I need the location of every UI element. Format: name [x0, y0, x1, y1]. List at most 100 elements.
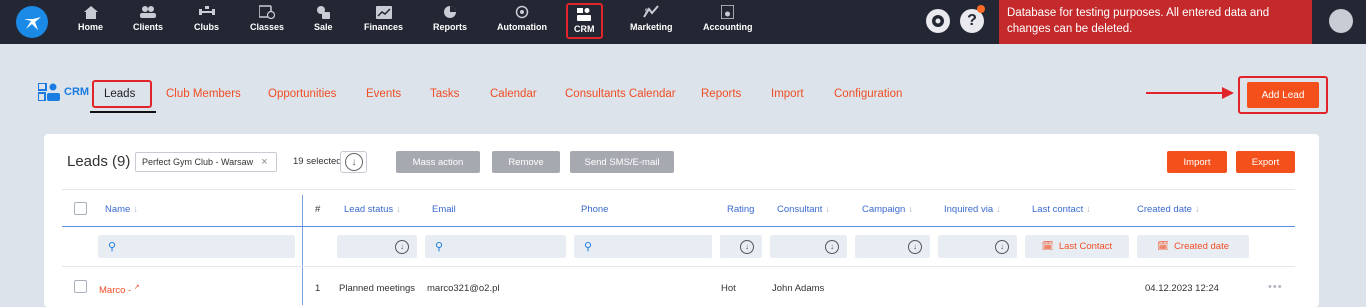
club-filter-chip[interactable]: Perfect Gym Club - Warsaw × — [135, 152, 277, 172]
column-header-consultant[interactable]: Consultant ↓ — [777, 204, 830, 215]
nav-reports[interactable]: Reports — [433, 4, 467, 40]
nav-classes-label: Classes — [250, 22, 285, 32]
column-header-created-date-label: Created date — [1137, 204, 1192, 215]
calendar-icon: 🗓 — [1157, 241, 1170, 252]
nav-marketing[interactable]: $ Marketing — [630, 4, 673, 40]
column-separator — [302, 195, 303, 305]
row-checkbox[interactable] — [74, 280, 87, 293]
column-header-consultant-label: Consultant — [777, 204, 823, 215]
tab-reports[interactable]: Reports — [701, 88, 741, 100]
nav-crm[interactable]: CRM — [566, 3, 603, 39]
app-logo[interactable] — [16, 6, 48, 38]
marketing-icon: $ — [643, 5, 660, 18]
name-search-input[interactable]: ⚲ — [98, 235, 295, 258]
column-header-last-contact-label: Last contact — [1032, 204, 1084, 215]
tab-consultants-calendar[interactable]: Consultants Calendar — [565, 88, 676, 100]
column-header-rating[interactable]: Rating — [727, 204, 754, 215]
tab-calendar[interactable]: Calendar — [490, 88, 537, 100]
external-link-icon[interactable]: ↗ — [134, 284, 140, 291]
tab-opportunities[interactable]: Opportunities — [268, 88, 336, 100]
automation-icon — [515, 5, 529, 19]
column-header-email[interactable]: Email — [432, 204, 456, 215]
gear-icon — [932, 15, 944, 27]
consultant-filter[interactable]: ↓ — [770, 235, 847, 258]
settings-button[interactable] — [926, 9, 950, 33]
nav-classes[interactable]: Classes — [250, 4, 284, 40]
column-header-campaign-label: Campaign — [862, 204, 906, 215]
row-email: marco321@o2.pl — [427, 283, 500, 294]
nav-marketing-label: Marketing — [630, 22, 673, 32]
sale-icon — [317, 6, 331, 19]
nav-clubs-label: Clubs — [194, 22, 220, 32]
column-header-name[interactable]: Name ↓ — [105, 204, 138, 215]
sort-icon: ↓ — [996, 204, 1001, 215]
phone-search-input[interactable]: ⚲ — [574, 235, 712, 258]
tab-tasks[interactable]: Tasks — [430, 88, 459, 100]
nav-crm-label: CRM — [574, 24, 595, 34]
column-header-phone[interactable]: Phone — [581, 204, 608, 215]
column-header-number: # — [315, 204, 321, 215]
star-logo-icon — [24, 17, 41, 30]
nav-automation-label: Automation — [497, 22, 547, 32]
nav-accounting-label: Accounting — [703, 22, 753, 32]
more-options-icon[interactable]: ••• — [1268, 281, 1283, 293]
chevron-down-icon: ↓ — [908, 239, 922, 254]
inquired-via-filter[interactable]: ↓ — [938, 235, 1017, 258]
search-icon: ⚲ — [584, 241, 593, 253]
campaign-filter[interactable]: ↓ — [855, 235, 930, 258]
column-header-lead-status[interactable]: Lead status ↓ — [344, 204, 401, 215]
nav-accounting[interactable]: Accounting — [703, 4, 753, 40]
send-sms-email-button[interactable]: Send SMS/E-mail — [570, 151, 674, 173]
column-header-created-date[interactable]: Created date ↓ — [1137, 204, 1200, 215]
active-tab-underline — [90, 111, 156, 113]
accounting-icon — [721, 5, 735, 19]
tab-configuration[interactable]: Configuration — [834, 88, 902, 100]
nav-home[interactable]: Home — [78, 4, 103, 40]
tab-leads[interactable]: Leads — [104, 88, 135, 100]
tab-club-members[interactable]: Club Members — [166, 88, 241, 100]
close-icon[interactable]: × — [261, 156, 267, 168]
nav-clubs[interactable]: Clubs — [194, 4, 219, 40]
column-header-email-label: Email — [432, 204, 456, 215]
sort-icon: ↓ — [1086, 204, 1091, 215]
nav-home-label: Home — [78, 22, 104, 32]
lead-name-link[interactable]: Marco - ↗ — [99, 283, 140, 296]
email-search-input[interactable]: ⚲ — [425, 235, 566, 258]
lead-status-filter[interactable]: ↓ — [337, 235, 417, 258]
tab-import[interactable]: Import — [771, 88, 804, 100]
rating-filter[interactable]: ↓ — [720, 235, 762, 258]
nav-finances[interactable]: Finances — [364, 4, 403, 40]
remove-button[interactable]: Remove — [492, 151, 560, 173]
column-header-name-label: Name — [105, 204, 131, 215]
column-header-inquired-via[interactable]: Inquired via ↓ — [944, 204, 1001, 215]
tab-events[interactable]: Events — [366, 88, 401, 100]
avatar[interactable] — [1329, 9, 1353, 33]
nav-automation[interactable]: Automation — [497, 4, 547, 40]
select-all-checkbox[interactable] — [74, 202, 87, 215]
row-number: 1 — [315, 283, 321, 294]
add-lead-button[interactable]: Add Lead — [1247, 82, 1319, 108]
chart-icon — [375, 5, 392, 19]
import-button[interactable]: Import — [1167, 151, 1227, 173]
column-header-lead-status-label: Lead status — [344, 204, 394, 215]
selected-count: 19 selected — [293, 156, 342, 167]
last-contact-date-filter[interactable]: 🗓 Last Contact — [1025, 235, 1129, 258]
lead-name: Marco - — [99, 285, 132, 297]
mass-action-button[interactable]: Mass action — [396, 151, 480, 173]
dumbbell-icon — [198, 6, 215, 15]
crm-brand: CRM — [38, 83, 89, 101]
export-button[interactable]: Export — [1236, 151, 1295, 173]
row-consultant: John Adams — [772, 283, 825, 294]
sort-icon: ↓ — [908, 204, 914, 215]
column-header-rating-label: Rating — [727, 204, 755, 215]
nav-reports-label: Reports — [433, 22, 468, 32]
calendar-clock-icon — [259, 5, 276, 19]
crm-icon — [577, 7, 592, 21]
page-title: Leads (9) — [67, 153, 131, 170]
column-header-campaign[interactable]: Campaign ↓ — [862, 204, 913, 215]
created-date-filter[interactable]: 🗓 Created date — [1137, 235, 1249, 258]
nav-clients[interactable]: Clients — [133, 4, 163, 40]
pie-chart-icon — [444, 6, 456, 18]
column-header-last-contact[interactable]: Last contact ↓ — [1032, 204, 1091, 215]
nav-sale[interactable]: Sale — [314, 4, 333, 40]
